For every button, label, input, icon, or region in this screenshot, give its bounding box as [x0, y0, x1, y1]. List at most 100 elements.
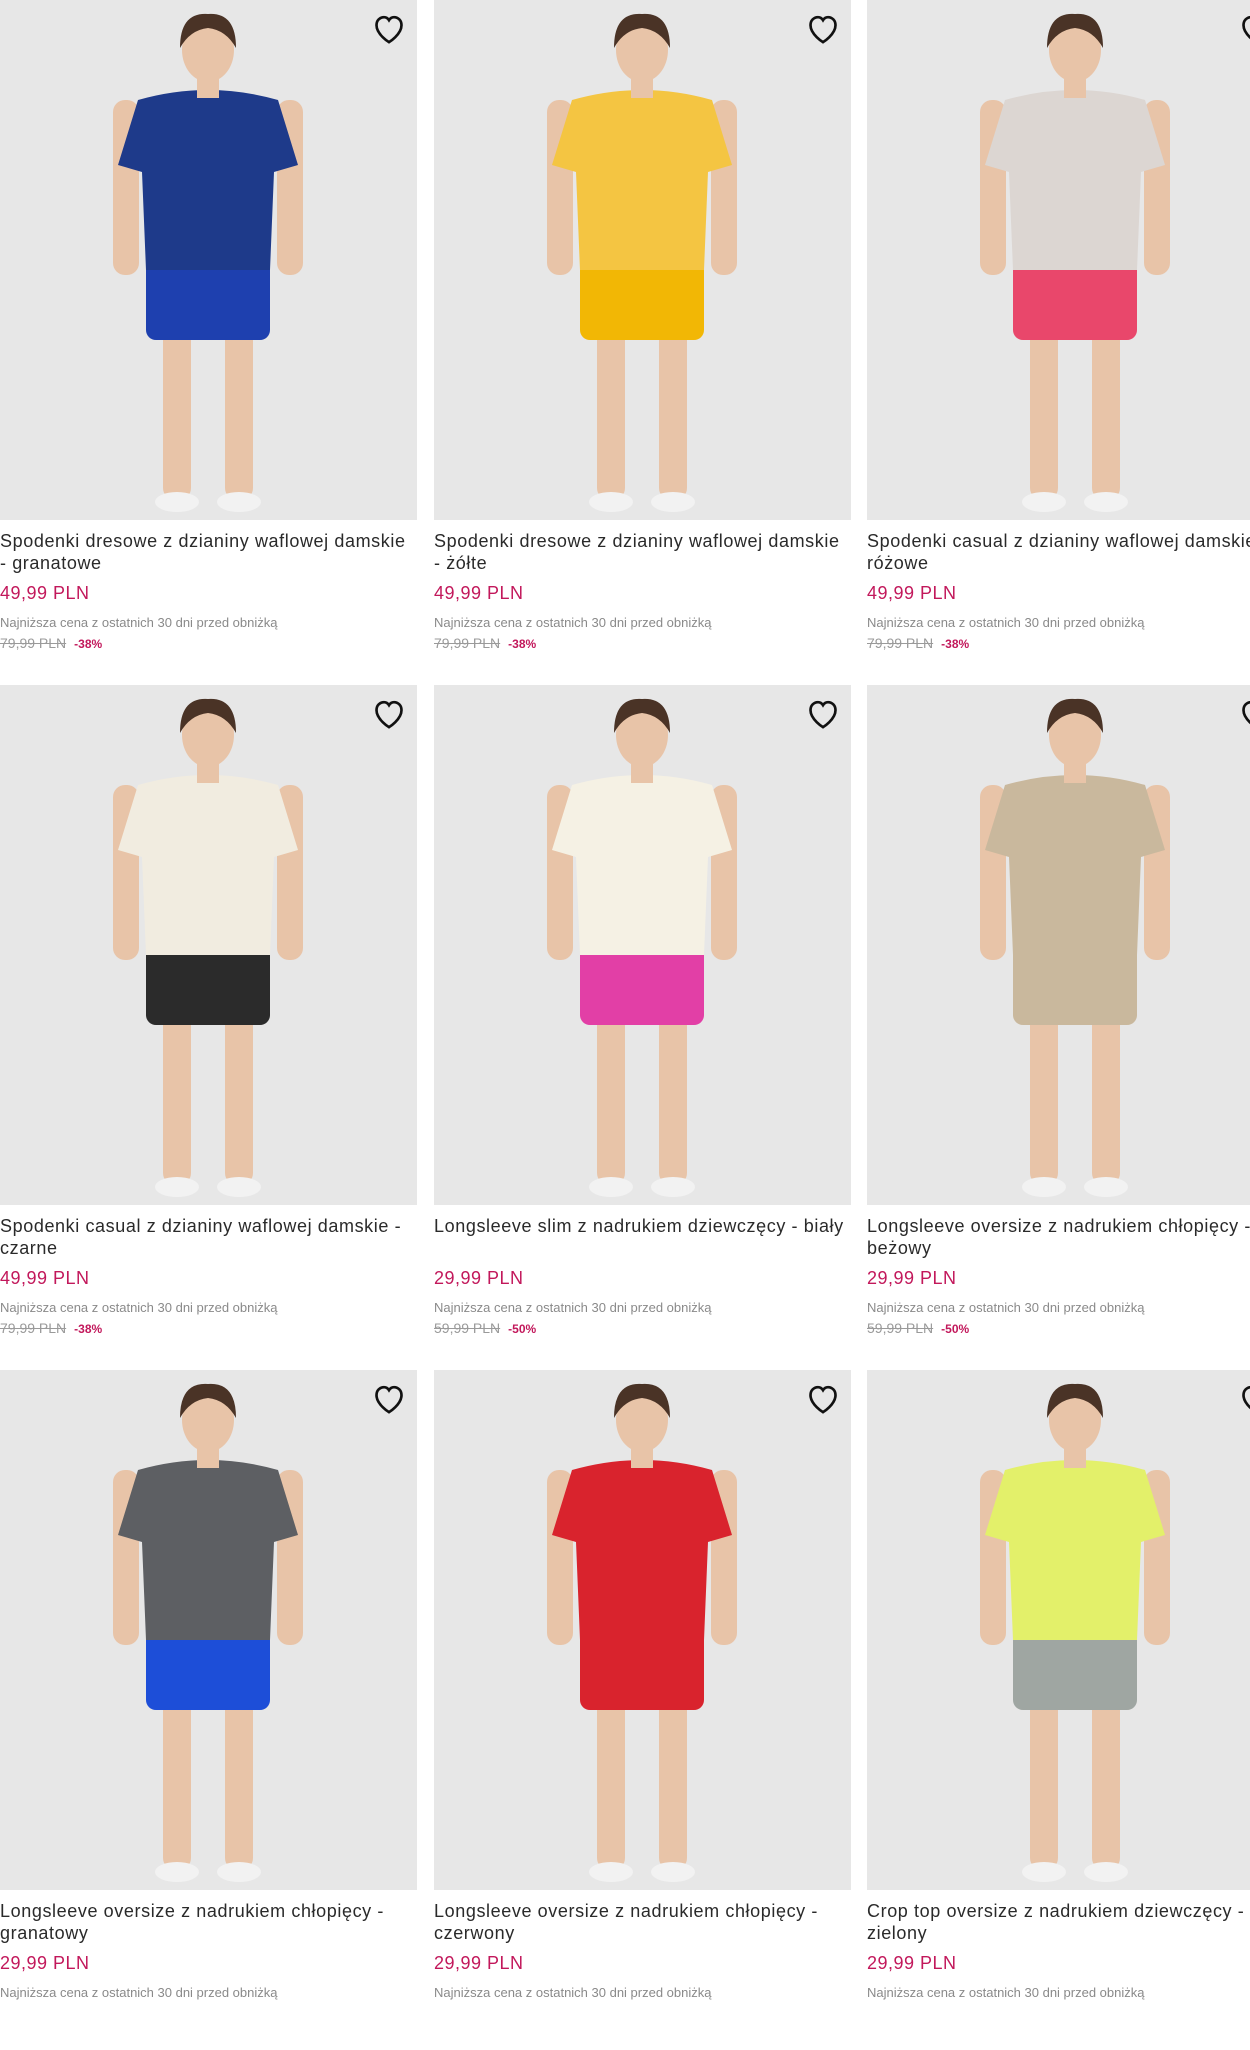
product-price: 29,99 PLN — [434, 1268, 524, 1288]
wishlist-button[interactable] — [369, 8, 409, 48]
model-leg — [225, 1005, 253, 1185]
product-price: 29,99 PLN — [0, 1953, 90, 1973]
product-name[interactable]: Longsleeve oversize z nadrukiem chłopięc… — [434, 1900, 851, 1944]
lowest-price-label: Najniższa cena z ostatnich 30 dni przed … — [434, 1985, 712, 2000]
model-top — [985, 1460, 1165, 1640]
model-illustration — [980, 13, 1170, 512]
model-illustration — [113, 698, 303, 1197]
product-info: Spodenki dresowe z dzianiny waflowej dam… — [0, 530, 417, 680]
wishlist-button[interactable] — [803, 693, 843, 733]
model-illustration — [113, 13, 303, 512]
product-name[interactable]: Crop top oversize z nadrukiem dziewczęcy… — [867, 1900, 1250, 1944]
model-shoe — [651, 1177, 695, 1197]
model-top — [118, 775, 298, 955]
model-shoe — [651, 492, 695, 512]
model-shoe — [589, 1177, 633, 1197]
product-image[interactable] — [867, 0, 1250, 520]
model-leg — [163, 320, 191, 500]
old-price-row: 59,99 PLN -50% — [867, 1318, 1250, 1339]
model-leg — [597, 1690, 625, 1870]
discount-badge: -38% — [74, 1322, 103, 1336]
model-top — [985, 90, 1165, 270]
model-shoe — [1022, 1177, 1066, 1197]
heart-outline-icon — [809, 15, 837, 44]
product-name[interactable]: Spodenki dresowe z dzianiny waflowej dam… — [0, 530, 417, 574]
lowest-price-label: Najniższa cena z ostatnich 30 dni przed … — [0, 1985, 278, 2000]
wishlist-button[interactable] — [1236, 8, 1250, 48]
product-price: 49,99 PLN — [867, 583, 957, 603]
product-image[interactable] — [0, 0, 417, 520]
product-info: Longsleeve slim z nadrukiem dziewczęcy -… — [434, 1215, 851, 1365]
model-leg — [597, 320, 625, 500]
wishlist-button[interactable] — [1236, 693, 1250, 733]
model-shoe — [217, 492, 261, 512]
model-leg — [659, 320, 687, 500]
lowest-price-label: Najniższa cena z ostatnich 30 dni przed … — [434, 615, 712, 630]
product-image[interactable] — [867, 1370, 1250, 1890]
product-name[interactable]: Spodenki casual z dzianiny waflowej dams… — [0, 1215, 417, 1259]
product-info: Spodenki dresowe z dzianiny waflowej dam… — [434, 530, 851, 680]
discount-badge: -38% — [74, 637, 103, 651]
product-image[interactable] — [0, 685, 417, 1205]
model-leg — [659, 1690, 687, 1870]
model-shoe — [1084, 492, 1128, 512]
lowest-price-label: Najniższa cena z ostatnich 30 dni przed … — [0, 615, 278, 630]
product-name[interactable]: Spodenki dresowe z dzianiny waflowej dam… — [434, 530, 851, 574]
product-image[interactable] — [434, 685, 851, 1205]
wishlist-button[interactable] — [369, 693, 409, 733]
product-info: Longsleeve oversize z nadrukiem chłopięc… — [867, 1215, 1250, 1365]
model-illustration — [113, 1383, 303, 1882]
model-shoe — [217, 1862, 261, 1882]
product-image[interactable] — [867, 685, 1250, 1205]
product-image[interactable] — [0, 1370, 417, 1890]
product-info: Longsleeve oversize z nadrukiem chłopięc… — [0, 1900, 417, 2050]
model-shoe — [217, 1177, 261, 1197]
model-shoe — [651, 1862, 695, 1882]
model-shoe — [155, 492, 199, 512]
old-price-row: 79,99 PLN -38% — [434, 633, 851, 654]
model-shoe — [589, 492, 633, 512]
model-illustration — [547, 13, 737, 512]
product-image[interactable] — [434, 1370, 851, 1890]
product-name[interactable]: Spodenki casual z dzianiny waflowej dams… — [867, 530, 1250, 574]
model-top — [985, 775, 1165, 955]
product-name[interactable]: Longsleeve oversize z nadrukiem chłopięc… — [867, 1215, 1250, 1259]
old-price: 59,99 PLN — [867, 1320, 934, 1336]
product-info: Longsleeve oversize z nadrukiem chłopięc… — [434, 1900, 851, 2050]
discount-badge: -38% — [941, 637, 970, 651]
heart-outline-icon — [1242, 700, 1250, 725]
model-top — [552, 90, 732, 270]
product-price: 49,99 PLN — [0, 583, 90, 603]
product-name[interactable]: Longsleeve oversize z nadrukiem chłopięc… — [0, 1900, 417, 1944]
model-leg — [163, 1690, 191, 1870]
model-leg — [1030, 1690, 1058, 1870]
product-name[interactable]: Longsleeve slim z nadrukiem dziewczęcy -… — [434, 1215, 851, 1259]
product-price: 29,99 PLN — [867, 1953, 957, 1973]
discount-badge: -50% — [508, 1322, 537, 1336]
heart-outline-icon — [375, 1385, 403, 1414]
old-price-row: 59,99 PLN -50% — [434, 1318, 851, 1339]
old-price: 79,99 PLN — [867, 635, 934, 651]
model-shoe — [1084, 1862, 1128, 1882]
model-top — [118, 90, 298, 270]
model-leg — [1092, 1690, 1120, 1870]
model-top — [118, 1460, 298, 1640]
lowest-price-label: Najniższa cena z ostatnich 30 dni przed … — [434, 1300, 712, 1315]
heart-outline-icon — [809, 700, 837, 729]
model-shoe — [589, 1862, 633, 1882]
lowest-price-label: Najniższa cena z ostatnich 30 dni przed … — [867, 615, 1145, 630]
wishlist-button[interactable] — [803, 8, 843, 48]
lowest-price-label: Najniższa cena z ostatnich 30 dni przed … — [867, 1300, 1145, 1315]
product-price: 29,99 PLN — [867, 1268, 957, 1288]
model-illustration — [547, 698, 737, 1197]
wishlist-button[interactable] — [369, 1378, 409, 1418]
product-image[interactable] — [434, 0, 851, 520]
discount-badge: -38% — [508, 637, 537, 651]
lowest-price-label: Najniższa cena z ostatnich 30 dni przed … — [0, 1300, 278, 1315]
heart-outline-icon — [375, 15, 403, 44]
model-leg — [225, 1690, 253, 1870]
model-shoe — [1084, 1177, 1128, 1197]
wishlist-button[interactable] — [1236, 1378, 1250, 1418]
wishlist-button[interactable] — [803, 1378, 843, 1418]
lowest-price-label: Najniższa cena z ostatnich 30 dni przed … — [867, 1985, 1145, 2000]
